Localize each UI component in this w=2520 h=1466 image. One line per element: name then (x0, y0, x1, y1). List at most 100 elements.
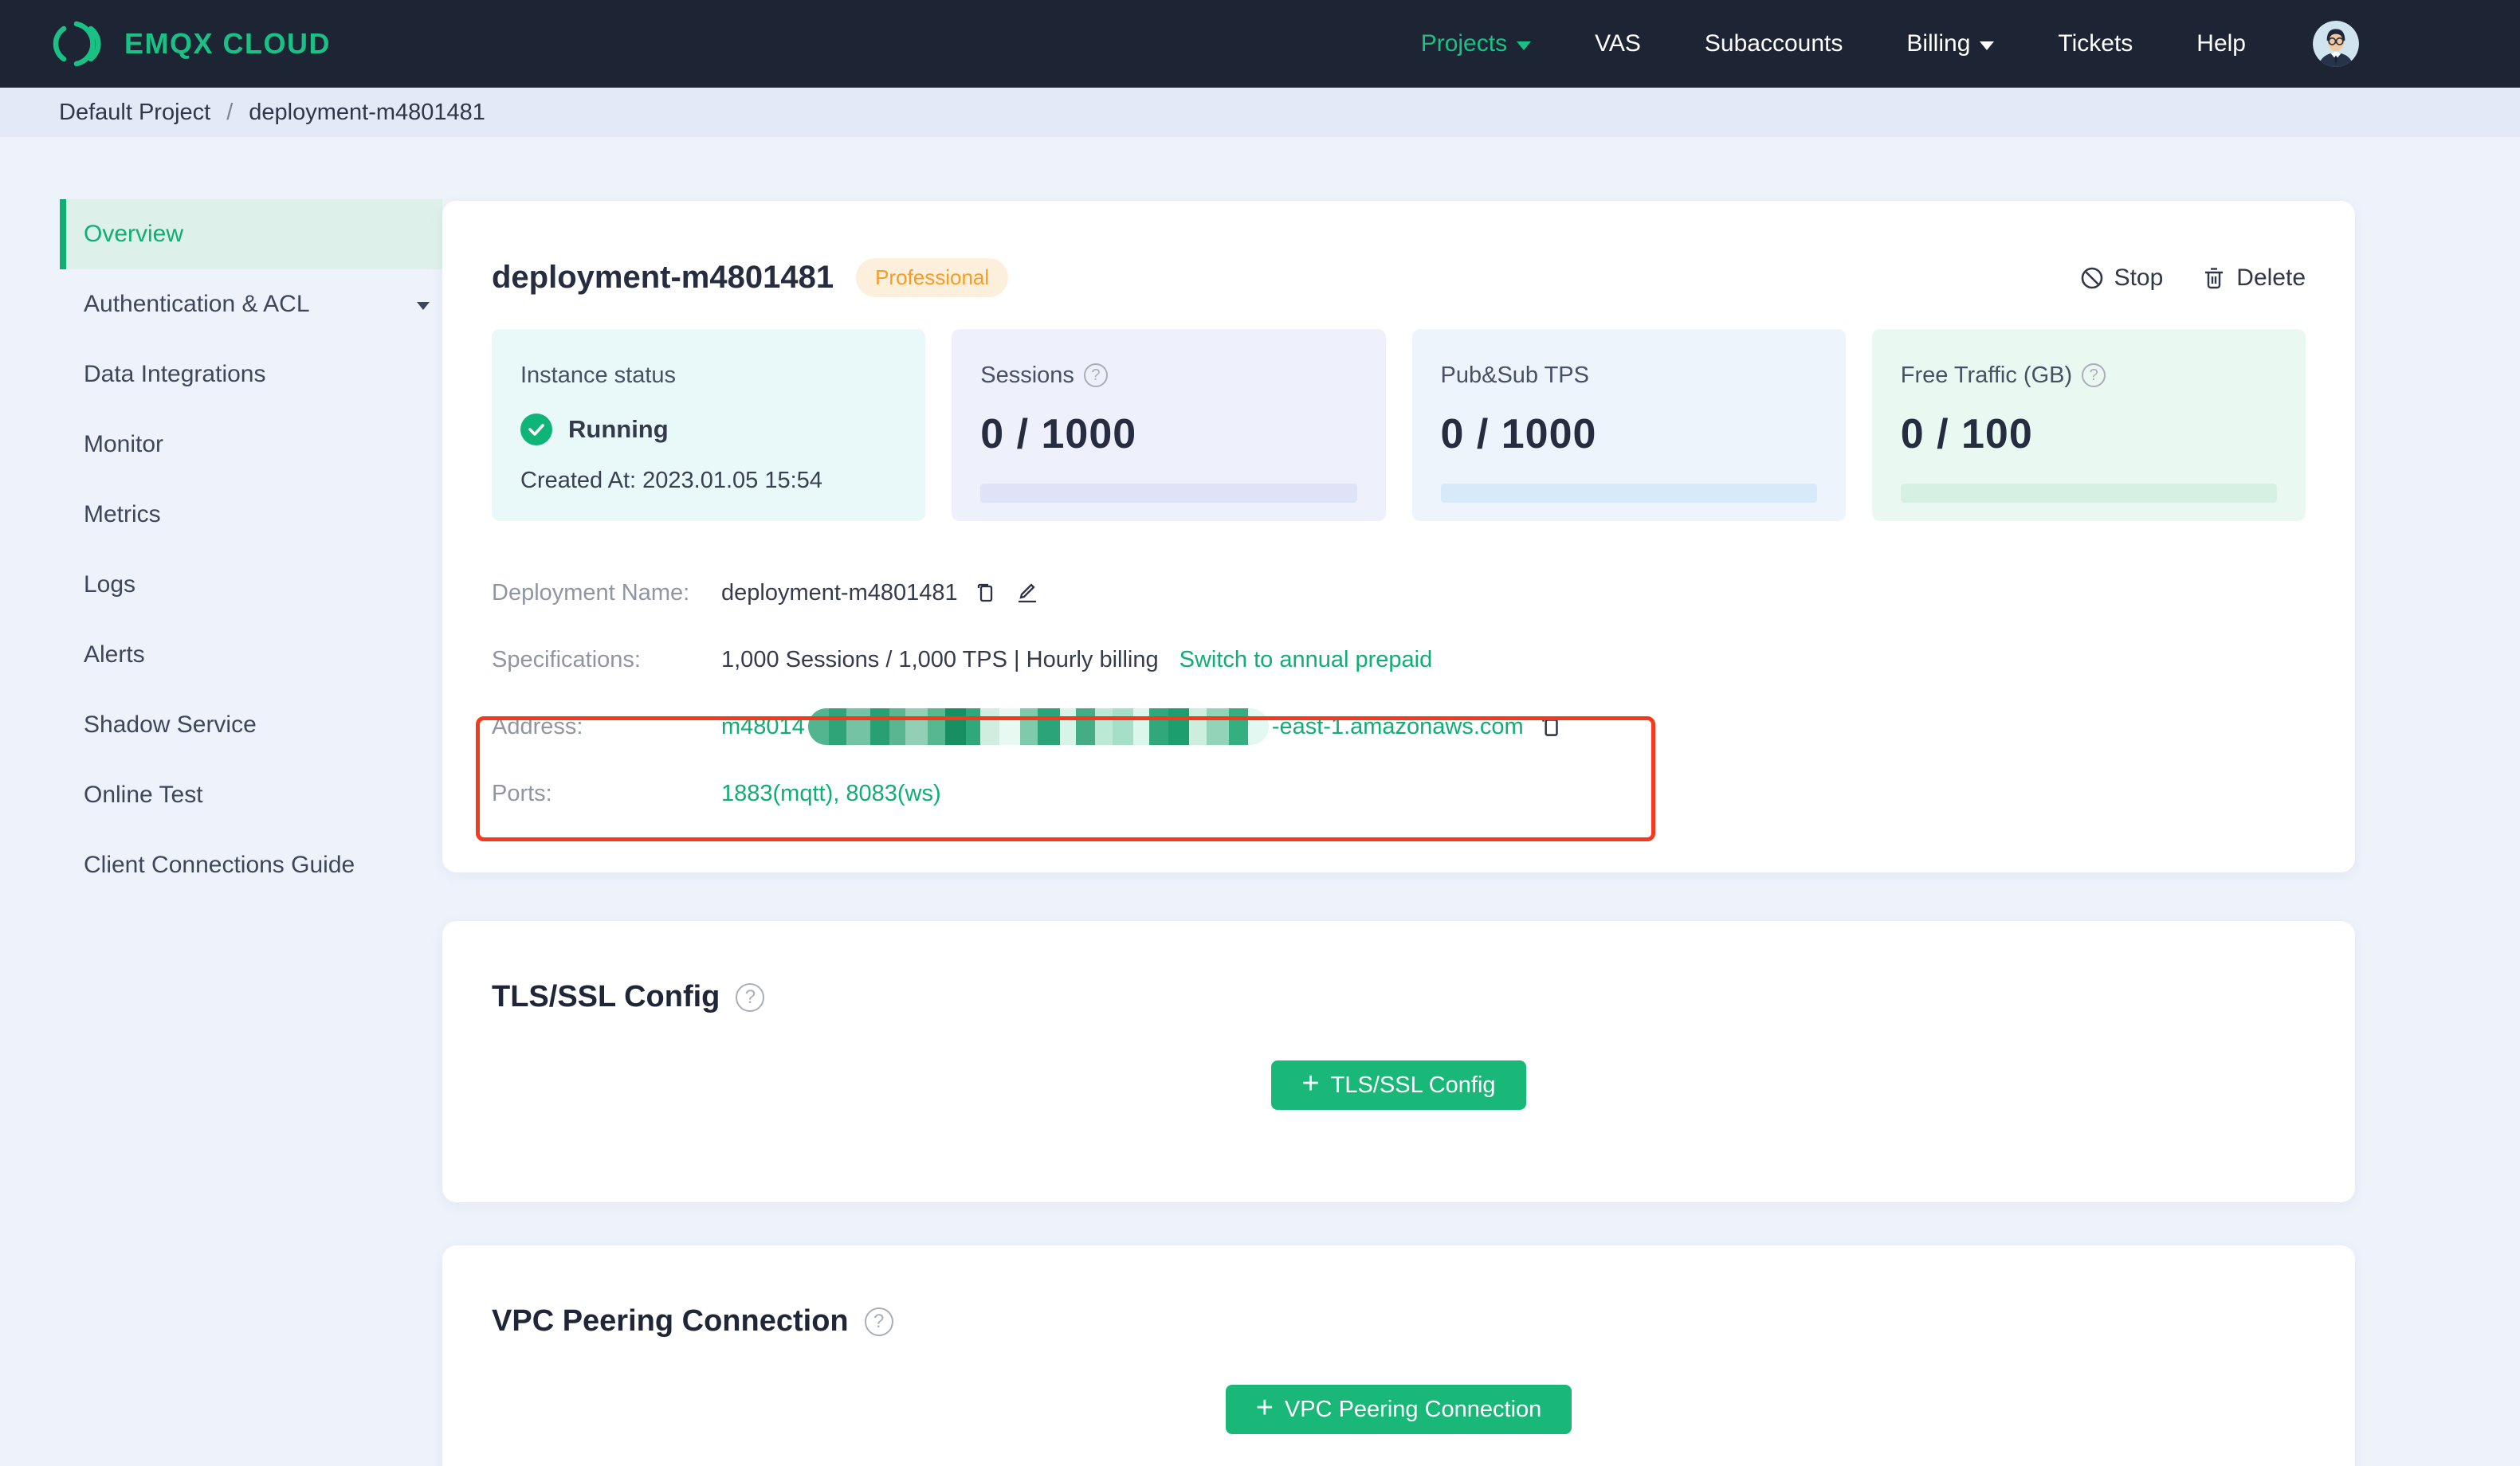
specifications-row: Specifications: 1,000 Sessions / 1,000 T… (492, 626, 2306, 693)
sidebar-item-label: Alerts (84, 641, 145, 668)
sidebar-item-client-connections-guide[interactable]: Client Connections Guide (60, 830, 442, 900)
sidebar-item-label: Data Integrations (84, 361, 266, 387)
breadcrumb-separator: / (226, 99, 234, 125)
sidebar: Overview Authentication & ACL Data Integra… (0, 137, 442, 1466)
sidebar-item-metrics[interactable]: Metrics (60, 480, 442, 550)
stat-value: 0 / 1000 (980, 411, 1137, 457)
nav-item-label: Subaccounts (1704, 30, 1843, 57)
address-mosaic-block (944, 708, 966, 745)
deployment-title: deployment-m4801481 (492, 260, 834, 295)
copy-icon (1541, 717, 1558, 736)
trash-icon (2205, 267, 2224, 288)
nav-item-billing[interactable]: Billing (1906, 30, 1995, 57)
avatar-illustration (2313, 21, 2359, 67)
deployment-info: Deployment Name: deployment-m4801481 Spe… (492, 559, 2306, 827)
plus-icon: + (1301, 1067, 1320, 1100)
nav-item-projects[interactable]: Projects (1421, 30, 1532, 57)
vpc-peering-card: VPC Peering Connection ? + VPC Peering C… (442, 1245, 2355, 1466)
address-mosaic-block (1188, 708, 1207, 745)
address-redaction-mosaic (807, 708, 1269, 745)
nav-item-subaccounts[interactable]: Subaccounts (1705, 30, 1843, 57)
address-mosaic-block (1037, 708, 1060, 745)
address-mosaic-block (828, 708, 846, 745)
ports-label: Ports: (492, 780, 552, 806)
tls-config-card: TLS/SSL Config ? + TLS/SSL Config (442, 921, 2355, 1202)
address-suffix: -east-1.amazonaws.com (1271, 713, 1524, 739)
emqx-logo-icon (53, 21, 101, 67)
deployment-name-row: Deployment Name: deployment-m4801481 (492, 559, 2306, 626)
brand-name: EMQX CLOUD (124, 27, 332, 60)
copy-address-button[interactable] (1537, 713, 1564, 740)
sidebar-item-label: Client Connections Guide (84, 852, 355, 878)
vpc-section-title: VPC Peering Connection (492, 1304, 849, 1338)
deployment-name-value: deployment-m4801481 (721, 579, 958, 606)
address-mosaic-block (1112, 708, 1133, 745)
user-avatar[interactable] (2313, 21, 2359, 67)
sidebar-item-label: Metrics (84, 501, 161, 527)
sidebar-item-label: Online Test (84, 782, 203, 808)
edit-name-button[interactable] (1014, 579, 1041, 606)
main-content: deployment-m4801481 Professional Stop De… (442, 137, 2355, 1466)
stat-value: 0 / 100 (1900, 411, 2033, 457)
sidebar-item-online-test[interactable]: Online Test (60, 760, 442, 830)
address-mosaic-block (807, 708, 829, 745)
deployment-name-label: Deployment Name: (492, 579, 690, 606)
stat-value: 0 / 1000 (1440, 411, 1597, 457)
address-mosaic-block (1075, 708, 1095, 745)
tls-help-icon[interactable]: ? (736, 982, 765, 1012)
address-mosaic-block (1247, 708, 1269, 745)
address-mosaic-block (999, 708, 1020, 745)
brand[interactable]: EMQX CLOUD (53, 18, 331, 69)
address-mosaic-block (979, 708, 999, 745)
address-mosaic-block (905, 708, 928, 745)
vpc-help-icon[interactable]: ? (864, 1307, 893, 1336)
nav-item-vas[interactable]: VAS (1595, 30, 1641, 57)
stat-card-sessions: Sessions? 0 / 1000 (952, 329, 1386, 521)
sidebar-item-overview[interactable]: Overview (60, 199, 442, 269)
sidebar-item-authentication-acl[interactable]: Authentication & ACL (60, 269, 442, 339)
address-mosaic-block (1148, 708, 1168, 745)
address-mosaic-block (1206, 708, 1229, 745)
stat-card-instance: Instance status Running Created At: 2023.0… (492, 329, 926, 521)
plus-icon: + (1255, 1391, 1274, 1425)
sidebar-item-shadow-service[interactable]: Shadow Service (60, 690, 442, 760)
copy-name-button[interactable] (972, 580, 998, 606)
stat-label: Sessions (980, 363, 1074, 388)
sidebar-item-label: Shadow Service (84, 711, 257, 738)
address-mosaic-block (1094, 708, 1113, 745)
stop-label: Stop (2114, 264, 2164, 291)
help-icon[interactable]: ? (2082, 363, 2106, 387)
stop-button[interactable]: Stop (2079, 264, 2164, 292)
address-mosaic-block (1132, 708, 1149, 745)
sidebar-item-label: Logs (84, 571, 136, 598)
nav-item-help[interactable]: Help (2196, 30, 2246, 57)
specifications-value: 1,000 Sessions / 1,000 TPS | Hourly bill… (721, 646, 1159, 672)
add-vpc-peering-button[interactable]: + VPC Peering Connection (1225, 1385, 1572, 1434)
nav-item-tickets[interactable]: Tickets (2058, 30, 2133, 57)
breadcrumb-project[interactable]: Default Project (59, 100, 210, 126)
sidebar-item-data-integrations[interactable]: Data Integrations (60, 339, 442, 410)
chevron-down-icon (417, 302, 430, 310)
address-prefix: m48014 (721, 713, 805, 739)
edit-pencil-icon (1018, 583, 1036, 603)
stat-card-tps: Pub&Sub TPS 0 / 1000 (1411, 329, 1846, 521)
instance-status-value: Running (568, 415, 669, 443)
add-tls-config-label: TLS/SSL Config (1330, 1072, 1496, 1098)
add-tls-config-button[interactable]: + TLS/SSL Config (1271, 1060, 1526, 1110)
usage-progress-bar (1440, 484, 1817, 503)
sidebar-item-logs[interactable]: Logs (60, 550, 442, 620)
stat-card-traffic: Free Traffic (GB)? 0 / 100 (1871, 329, 2306, 521)
help-icon[interactable]: ? (1083, 363, 1108, 387)
specifications-label: Specifications: (492, 646, 641, 672)
nav-item-label: VAS (1595, 30, 1641, 57)
nav-item-label: Billing (1906, 30, 1971, 57)
address-mosaic-block (1228, 708, 1248, 745)
address-mosaic-block (927, 708, 945, 745)
deployment-overview-card: deployment-m4801481 Professional Stop De… (442, 201, 2355, 872)
usage-progress-bar (1900, 484, 2277, 503)
sidebar-item-alerts[interactable]: Alerts (60, 620, 442, 690)
deployment-actions: Stop Delete (2079, 265, 2306, 292)
sidebar-item-monitor[interactable]: Monitor (60, 410, 442, 480)
switch-billing-link[interactable]: Switch to annual prepaid (1180, 647, 1433, 673)
delete-button[interactable]: Delete (2201, 265, 2306, 292)
